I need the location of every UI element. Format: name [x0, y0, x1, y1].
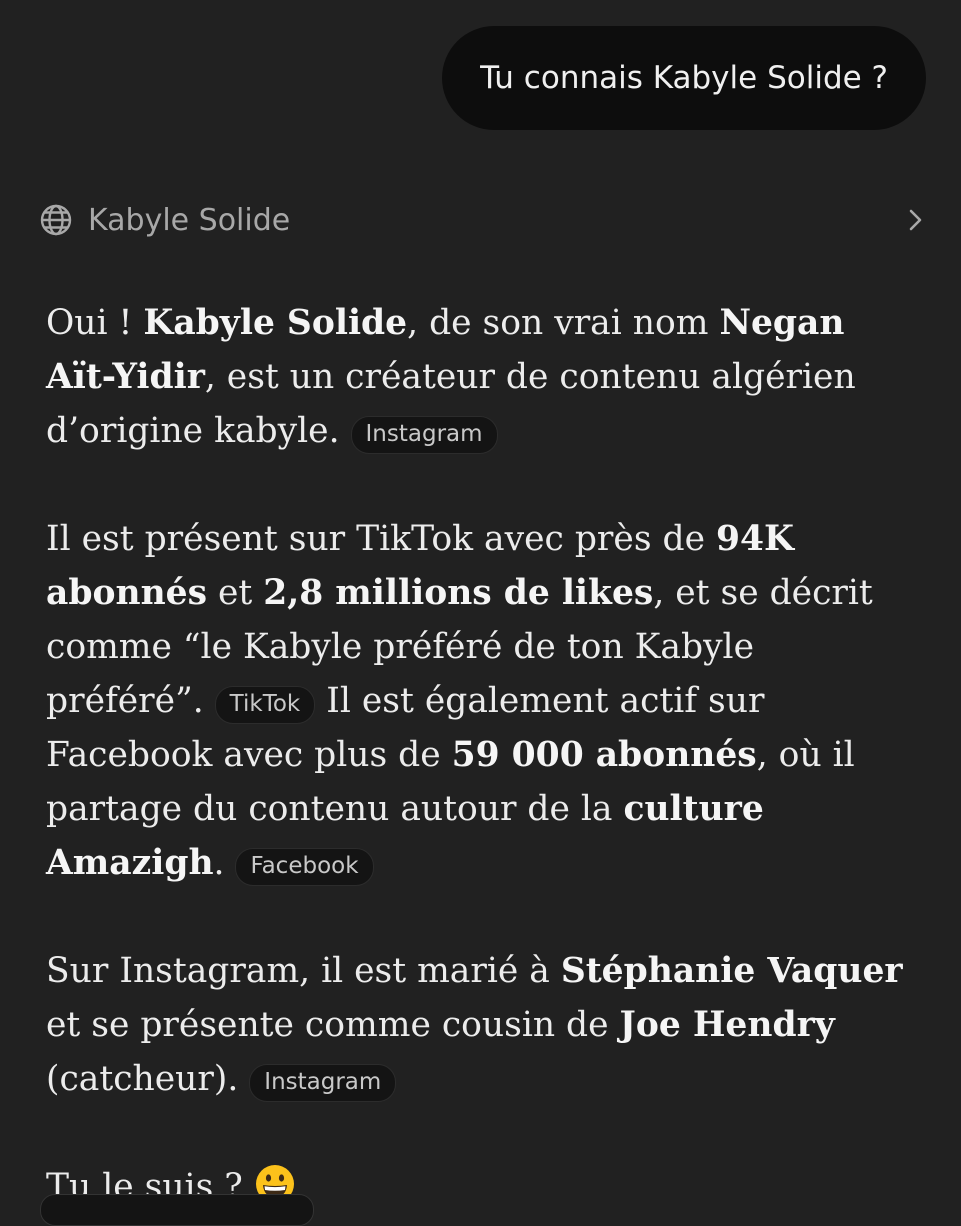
- assistant-answer: Oui ! Kabyle Solide, de son vrai nom Neg…: [46, 296, 918, 1214]
- answer-text: et se présente comme cousin de: [46, 1005, 620, 1045]
- search-query-label: Kabyle Solide: [88, 202, 291, 238]
- answer-text: et: [207, 573, 264, 613]
- search-sources-row[interactable]: Kabyle Solide: [38, 198, 923, 242]
- answer-bold-text: 2,8 millions de likes: [263, 573, 654, 613]
- answer-text: Sur Instagram, il est marié à: [46, 951, 561, 991]
- user-message-text: Tu connais Kabyle Solide ?: [480, 60, 888, 96]
- answer-text: Il est présent sur TikTok avec près de: [46, 519, 716, 559]
- answer-text: .: [213, 843, 236, 883]
- answer-bold-text: Kabyle Solide: [143, 303, 408, 343]
- answer-paragraph-2: Il est présent sur TikTok avec près de 9…: [46, 512, 918, 890]
- answer-paragraph-3: Sur Instagram, il est marié à Stéphanie …: [46, 944, 918, 1106]
- source-chip-facebook[interactable]: Facebook: [235, 848, 374, 886]
- answer-text: Oui !: [46, 303, 144, 343]
- source-chip-instagram[interactable]: Instagram: [350, 416, 498, 454]
- chevron-right-icon[interactable]: [903, 205, 927, 235]
- answer-paragraph-1: Oui ! Kabyle Solide, de son vrai nom Neg…: [46, 296, 918, 458]
- bottom-action-pill[interactable]: [40, 1194, 314, 1226]
- answer-text: (catcheur).: [46, 1059, 250, 1099]
- answer-text: , de son vrai nom: [407, 303, 720, 343]
- source-chip-instagram[interactable]: Instagram: [249, 1064, 397, 1102]
- answer-bold-text: Stéphanie Vaquer: [560, 951, 903, 991]
- answer-bold-text: Joe Hendry: [619, 1005, 835, 1045]
- source-chip-tiktok[interactable]: TikTok: [214, 686, 316, 724]
- globe-icon: [38, 202, 74, 238]
- user-message-bubble: Tu connais Kabyle Solide ?: [442, 26, 926, 130]
- answer-bold-text: 59 000 abonnés: [451, 735, 757, 775]
